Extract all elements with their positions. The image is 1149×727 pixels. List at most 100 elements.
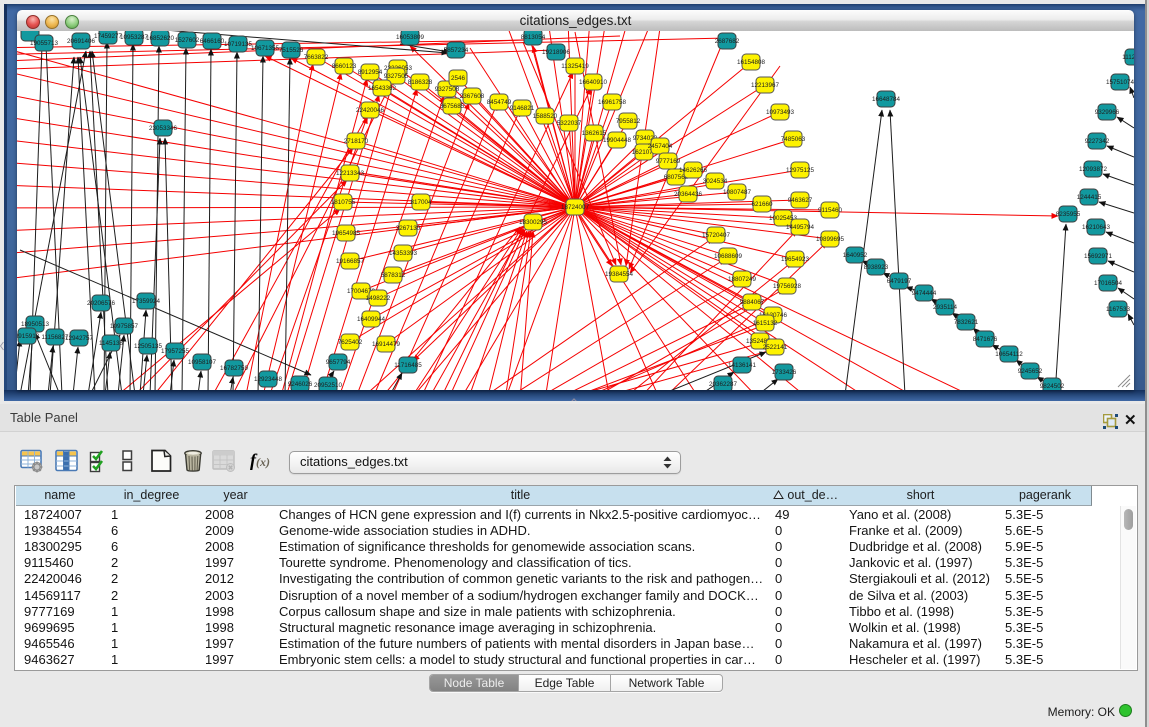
- svg-text:8186328: 8186328: [408, 79, 433, 86]
- svg-text:19904448: 19904448: [603, 137, 632, 144]
- svg-text:1498222: 1498222: [366, 295, 391, 302]
- svg-text:7515526: 7515526: [279, 47, 304, 54]
- svg-text:16852620: 16852620: [146, 35, 175, 42]
- svg-text:10671355: 10671355: [251, 45, 280, 52]
- svg-text:8471676: 8471676: [973, 336, 998, 343]
- svg-text:12975125: 12975125: [786, 167, 815, 174]
- svg-text:1640952: 1640952: [843, 252, 868, 259]
- svg-text:10975857: 10975857: [110, 323, 139, 330]
- svg-text:9115460: 9115460: [818, 207, 843, 214]
- svg-text:7857234: 7857234: [444, 47, 469, 54]
- svg-text:12093872: 12093872: [1079, 166, 1108, 173]
- svg-text:6466160: 6466160: [200, 38, 225, 45]
- svg-text:7955812: 7955812: [616, 118, 641, 125]
- svg-text:11325419: 11325419: [561, 63, 589, 70]
- svg-text:1810755: 1810755: [331, 199, 356, 206]
- svg-text:20952510: 20952510: [314, 382, 343, 389]
- svg-text:7485063: 7485063: [781, 136, 806, 143]
- svg-text:2546: 2546: [451, 75, 466, 82]
- svg-text:9329966: 9329966: [1095, 109, 1120, 116]
- svg-text:2522141: 2522141: [763, 344, 788, 351]
- svg-text:16543362: 16543362: [368, 85, 397, 92]
- svg-text:14353393: 14353393: [389, 250, 418, 257]
- svg-text:1527602: 1527602: [175, 37, 200, 44]
- svg-text:19654985: 19654985: [332, 230, 361, 237]
- svg-text:9246026: 9246026: [288, 381, 313, 388]
- svg-text:12213967: 12213967: [751, 82, 780, 89]
- svg-text:3024534: 3024534: [703, 178, 728, 185]
- svg-text:10719135: 10719135: [224, 41, 253, 48]
- svg-text:5878312: 5878312: [381, 272, 406, 279]
- svg-text:8938923: 8938923: [864, 264, 889, 271]
- svg-text:16914479: 16914479: [372, 341, 401, 348]
- svg-text:20364436: 20364436: [674, 191, 703, 198]
- svg-text:5322037: 5322037: [557, 120, 582, 127]
- svg-text:18724007: 18724007: [561, 204, 590, 211]
- svg-text:17957255: 17957255: [161, 348, 190, 355]
- svg-text:15692971: 15692971: [1084, 253, 1113, 260]
- svg-text:22420046: 22420046: [356, 107, 385, 114]
- svg-text:10899695: 10899695: [816, 236, 845, 243]
- svg-text:9227342: 9227342: [1085, 138, 1110, 145]
- svg-text:17459277: 17459277: [94, 33, 123, 40]
- svg-text:16409944: 16409944: [357, 316, 386, 323]
- svg-text:16648784: 16648784: [872, 96, 901, 103]
- svg-text:20691406: 20691406: [67, 38, 96, 45]
- svg-text:15751074: 15751074: [1106, 79, 1134, 86]
- svg-text:14626266: 14626266: [679, 167, 708, 174]
- svg-text:9777169: 9777169: [656, 158, 681, 165]
- svg-text:7663822: 7663822: [304, 54, 329, 61]
- svg-text:19384554: 19384554: [605, 271, 634, 278]
- svg-text:10654112: 10654112: [995, 351, 1023, 358]
- svg-text:8912954: 8912954: [358, 69, 383, 76]
- svg-text:14136141: 14136141: [728, 362, 757, 369]
- svg-text:3915913: 3915913: [17, 333, 40, 340]
- svg-text:7832621: 7832621: [954, 319, 979, 326]
- svg-text:10958107: 10958107: [188, 359, 217, 366]
- svg-text:10953287: 10953287: [120, 34, 149, 41]
- svg-text:11716485: 11716485: [394, 362, 422, 369]
- svg-text:16154808: 16154808: [737, 59, 766, 66]
- svg-text:16640910: 16640910: [579, 79, 608, 86]
- svg-text:9657794: 9657794: [326, 359, 351, 366]
- svg-text:19654923: 19654923: [781, 256, 810, 263]
- svg-text:18807249: 18807249: [728, 276, 757, 283]
- svg-text:1362615: 1362615: [582, 130, 607, 137]
- svg-text:16210643: 16210643: [1082, 224, 1111, 231]
- svg-text:14495794: 14495794: [786, 224, 815, 231]
- svg-text:2457404: 2457404: [648, 143, 673, 150]
- svg-text:15720407: 15720407: [702, 232, 731, 239]
- svg-text:3267130: 3267130: [396, 225, 421, 232]
- svg-text:10688609: 10688609: [714, 253, 743, 260]
- svg-text:2367608: 2367608: [460, 93, 485, 100]
- svg-text:9474444: 9474444: [912, 290, 937, 297]
- svg-text:17359924: 17359924: [132, 298, 161, 305]
- svg-text:16782759: 16782759: [220, 365, 249, 372]
- svg-text:9327508: 9327508: [435, 86, 460, 93]
- svg-text:1112733: 1112733: [1122, 54, 1134, 61]
- svg-text:19166857: 19166857: [336, 258, 365, 265]
- svg-text:19756928: 19756928: [773, 283, 802, 290]
- svg-text:621660: 621660: [751, 201, 773, 208]
- svg-text:1588520: 1588520: [533, 113, 558, 120]
- svg-text:12923448: 12923448: [254, 376, 283, 383]
- svg-text:19055713: 19055713: [30, 40, 59, 47]
- svg-text:8454749: 8454749: [487, 99, 512, 106]
- svg-text:8235955: 8235955: [1056, 211, 1081, 218]
- svg-text:19218906: 19218906: [542, 49, 571, 56]
- svg-text:16053809: 16053809: [396, 34, 425, 41]
- svg-text:10973493: 10973493: [766, 109, 795, 116]
- svg-text:2935114: 2935114: [933, 304, 958, 311]
- svg-text:20206576: 20206576: [87, 300, 116, 307]
- svg-text:20362287: 20362287: [709, 381, 738, 388]
- svg-text:18300295: 18300295: [519, 219, 548, 226]
- svg-text:9884067: 9884067: [740, 299, 765, 306]
- svg-text:10807487: 10807487: [723, 189, 752, 196]
- svg-text:9245652: 9245652: [1018, 368, 1043, 375]
- svg-text:17016504: 17016504: [1094, 280, 1123, 287]
- svg-text:8813054: 8813054: [521, 34, 546, 41]
- svg-text:23053346: 23053346: [149, 125, 178, 132]
- svg-text:9146821: 9146821: [510, 105, 535, 112]
- svg-text:12942757: 12942757: [65, 335, 94, 342]
- svg-text:817004: 817004: [410, 199, 432, 206]
